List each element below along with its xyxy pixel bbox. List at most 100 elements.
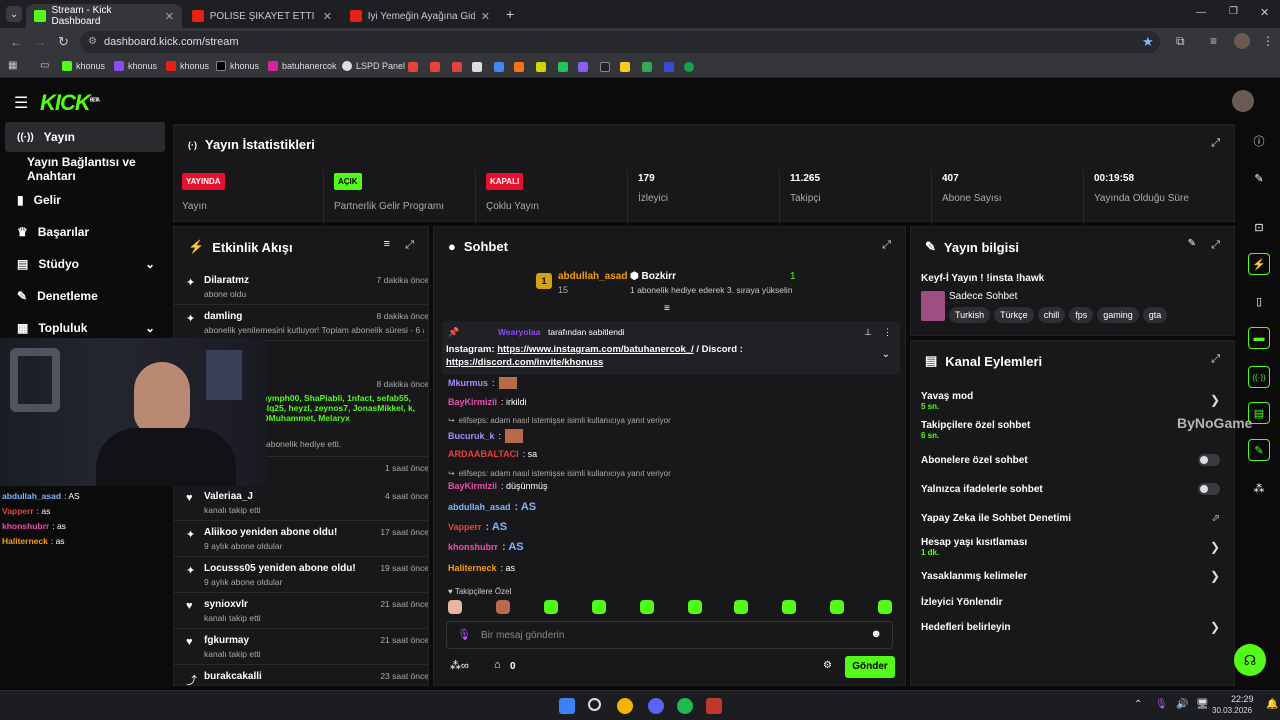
- support-button[interactable]: ☊: [1234, 644, 1266, 676]
- emote-icon[interactable]: [592, 600, 606, 614]
- menu-icon[interactable]: ⋮: [1262, 34, 1274, 48]
- window-close-icon[interactable]: ✕: [1260, 6, 1269, 19]
- stream-manager-icon[interactable]: ▤: [1248, 402, 1270, 424]
- tab-search-icon[interactable]: ⌄: [6, 6, 22, 22]
- extension-icon[interactable]: [578, 62, 588, 72]
- emote-icon[interactable]: [830, 600, 844, 614]
- tab-kick-dashboard[interactable]: Stream - Kick Dashboard ✕: [26, 4, 182, 28]
- back-icon[interactable]: ←: [10, 35, 22, 49]
- chat-username[interactable]: abdullah_asad: [448, 502, 511, 512]
- info-icon[interactable]: ⓘ: [1248, 130, 1270, 152]
- emote-icon[interactable]: [448, 600, 462, 614]
- gmail-icon[interactable]: [408, 62, 418, 72]
- extension-icon[interactable]: [600, 62, 610, 72]
- broadcast-icon[interactable]: ((·)): [1248, 366, 1270, 388]
- profile-avatar[interactable]: [1234, 33, 1250, 49]
- chat-username[interactable]: Haliterneck: [448, 563, 497, 573]
- emote-icon[interactable]: [782, 600, 796, 614]
- hamburger-icon[interactable]: ☰: [14, 93, 28, 113]
- chrome-icon[interactable]: [617, 698, 633, 714]
- expand-icon[interactable]: ⤢: [1211, 353, 1220, 366]
- top-gifter-name[interactable]: abdullah_asad: [558, 271, 627, 282]
- extension-icon[interactable]: [620, 62, 630, 72]
- apps-icon[interactable]: ▦: [8, 60, 17, 71]
- action-followers-only[interactable]: Takipçilere özel sohbet 6 sn.: [921, 420, 1221, 440]
- tag[interactable]: Türkçe: [994, 307, 1034, 323]
- expand-icon[interactable]: ⤢: [1211, 239, 1220, 252]
- extension-icon[interactable]: [514, 62, 524, 72]
- bolt-icon[interactable]: ⚡: [1248, 253, 1270, 275]
- extensions-icon[interactable]: ⧉: [1176, 34, 1185, 49]
- action-host[interactable]: İzleyici Yönlendir: [921, 597, 1221, 608]
- sidebar-item-studyo[interactable]: ▤ Stüdyo ⌄: [5, 250, 165, 278]
- chat-username[interactable]: BayKirmizii: [448, 397, 497, 407]
- emoji-icon[interactable]: ☻: [870, 628, 882, 640]
- external-link-icon[interactable]: ⬀: [1212, 513, 1220, 524]
- docs-icon[interactable]: [472, 62, 482, 72]
- discord-link[interactable]: https://discord.com/invite/khonuss: [446, 357, 603, 368]
- edit-icon[interactable]: ✎: [1188, 238, 1196, 249]
- category-name[interactable]: Sadece Sohbet: [949, 291, 1017, 302]
- emote-icon[interactable]: [496, 600, 510, 614]
- action-goals[interactable]: Hedefleri belirleyin: [921, 622, 1221, 633]
- extension-icon[interactable]: [684, 62, 694, 72]
- bookmark-x[interactable]: khonus: [216, 61, 259, 71]
- emote-icon[interactable]: [544, 600, 558, 614]
- filter-icon[interactable]: ≡: [384, 238, 390, 250]
- sidebar-item-basarilar[interactable]: ♛ Başarılar: [5, 218, 165, 246]
- calendar-icon[interactable]: [494, 62, 504, 72]
- tag[interactable]: gta: [1142, 307, 1168, 323]
- store-icon[interactable]: ⌂: [494, 659, 501, 671]
- chat-username[interactable]: Vapperr: [448, 522, 482, 532]
- emote-icon[interactable]: [878, 600, 892, 614]
- minimize-icon[interactable]: —: [1196, 7, 1206, 18]
- extension-icon[interactable]: [536, 62, 546, 72]
- emote-icon[interactable]: [688, 600, 702, 614]
- gmail-icon[interactable]: [430, 62, 440, 72]
- chat-username[interactable]: Bucuruk_k: [448, 431, 495, 441]
- emote-icon[interactable]: [640, 600, 654, 614]
- extension-icon[interactable]: [664, 62, 674, 72]
- expand-icon[interactable]: ⤢: [882, 239, 891, 252]
- discord-icon[interactable]: [648, 698, 664, 714]
- reload-icon[interactable]: ↻: [58, 34, 69, 50]
- tag[interactable]: fps: [1069, 307, 1094, 323]
- more-icon[interactable]: ⋮: [883, 327, 892, 338]
- media-icon[interactable]: ≡: [1210, 34, 1217, 48]
- emote-icon[interactable]: [734, 600, 748, 614]
- chat-username[interactable]: BayKirmizii: [448, 481, 497, 491]
- bookmark-twitch[interactable]: khonus: [114, 61, 157, 71]
- action-slow-mode[interactable]: Yavaş mod 5 sn.: [921, 391, 1221, 411]
- spotify-icon[interactable]: [677, 698, 693, 714]
- sheets-icon[interactable]: [558, 62, 568, 72]
- bookmark-youtube[interactable]: khonus: [166, 61, 209, 71]
- action-ai-moderation[interactable]: Yapay Zeka ile Sohbet Denetimi: [921, 513, 1221, 524]
- bookmark-kick[interactable]: khonus: [62, 61, 105, 71]
- gmail-icon[interactable]: [452, 62, 462, 72]
- maximize-icon[interactable]: ❐: [1229, 6, 1238, 17]
- sidebar-item-denetleme[interactable]: ✎ Denetleme: [5, 282, 165, 310]
- kick-logo[interactable]: KICKBETA: [40, 90, 100, 116]
- microphone-icon[interactable]: 🎙: [1155, 699, 1168, 710]
- bookmark-star-icon[interactable]: ★: [1142, 34, 1154, 50]
- screen-icon[interactable]: ⊡: [1248, 216, 1270, 238]
- sidebar-item-yayin[interactable]: ((·)) Yayın: [5, 122, 165, 152]
- tab-youtube-2[interactable]: İyi Yemeğin Ayağına Gidilir #10 ✕: [342, 4, 498, 28]
- expand-icon[interactable]: ⤢: [1211, 137, 1220, 150]
- windows-start-icon[interactable]: [559, 698, 575, 714]
- bookmark-lspd[interactable]: LSPD Panel: [342, 61, 405, 71]
- action-account-age[interactable]: Hesap yaşı kısıtlaması 1 dk.: [921, 537, 1221, 557]
- settings-icon[interactable]: ⚙: [823, 660, 832, 671]
- tag[interactable]: Turkish: [949, 307, 991, 323]
- instagram-link[interactable]: https://www.instagram.com/batuhanercok_/: [497, 344, 694, 355]
- unpin-icon[interactable]: ⊥: [864, 327, 872, 338]
- document-icon[interactable]: ▯: [1248, 290, 1270, 312]
- community-icon[interactable]: ⁂: [1248, 477, 1270, 499]
- close-icon[interactable]: ✕: [323, 10, 332, 23]
- chevron-down-icon[interactable]: ⌄: [882, 349, 890, 360]
- send-button[interactable]: Gönder: [845, 656, 895, 678]
- new-tab-icon[interactable]: +: [506, 6, 514, 22]
- close-icon[interactable]: ✕: [165, 10, 174, 23]
- volume-icon[interactable]: 🔊: [1176, 699, 1188, 710]
- sidebar-item-stream-key[interactable]: Yayın Bağlantısı ve Anahtarı: [5, 155, 175, 183]
